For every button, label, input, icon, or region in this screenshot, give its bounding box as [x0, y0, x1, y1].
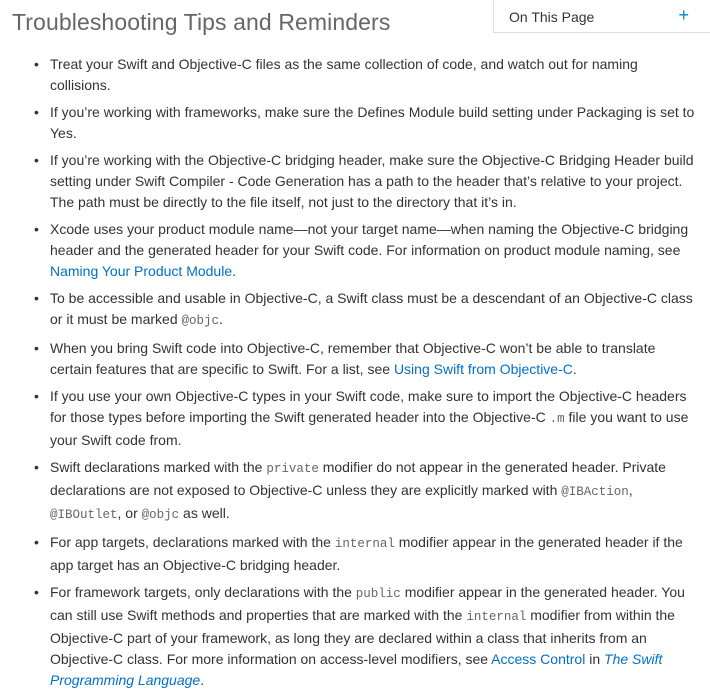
- tip-item: Xcode uses your product module name—not …: [0, 219, 700, 282]
- tips-list: Treat your Swift and Objective-C files a…: [0, 54, 700, 697]
- tip-text: .: [200, 672, 205, 688]
- tip-text: If you’re working with the Objective-C b…: [50, 152, 694, 210]
- on-this-page-panel[interactable]: On This Page +: [493, 0, 710, 33]
- tip-item: If you use your own Objective-C types in…: [0, 386, 700, 451]
- naming-your-product-module-link[interactable]: Naming Your Product Module: [50, 263, 232, 279]
- code-m-extension: .m: [549, 412, 565, 426]
- page-title: Troubleshooting Tips and Reminders: [12, 9, 391, 35]
- tip-text: ,: [628, 482, 633, 498]
- tip-item: If you’re working with frameworks, make …: [0, 102, 700, 144]
- tip-text: For framework targets, only declarations…: [50, 584, 356, 600]
- tip-item: Treat your Swift and Objective-C files a…: [0, 54, 700, 96]
- code-internal: internal: [334, 537, 395, 551]
- on-this-page-label: On This Page: [509, 9, 595, 25]
- code-objc: @objc: [181, 314, 220, 328]
- tip-text: , or: [117, 505, 142, 521]
- tip-text: If you’re working with frameworks, make …: [50, 104, 695, 141]
- tip-text: To be accessible and usable in Objective…: [50, 290, 693, 327]
- code-iboutlet: @IBOutlet: [50, 508, 118, 522]
- tip-item: Swift declarations marked with the priva…: [0, 457, 700, 526]
- tip-text: as well.: [179, 505, 230, 521]
- code-ibaction: @IBAction: [561, 485, 629, 499]
- tip-text: .: [219, 311, 223, 327]
- tip-text: in: [585, 651, 605, 667]
- using-swift-from-objective-c-link[interactable]: Using Swift from Objective-C: [394, 361, 573, 377]
- code-objc: @objc: [141, 508, 180, 522]
- tip-item: For app targets, declarations marked wit…: [0, 532, 700, 576]
- expand-plus-icon[interactable]: +: [678, 5, 689, 26]
- tip-item: For framework targets, only declarations…: [0, 582, 700, 691]
- tip-text: For app targets, declarations marked wit…: [50, 534, 335, 550]
- tip-text: .: [232, 263, 236, 279]
- code-internal: internal: [466, 610, 527, 624]
- tip-text: .: [572, 361, 577, 377]
- code-private: private: [266, 462, 319, 476]
- tip-text: Treat your Swift and Objective-C files a…: [50, 56, 638, 93]
- tip-text: Xcode uses your product module name—not …: [50, 221, 689, 258]
- tip-item: If you’re working with the Objective-C b…: [0, 150, 700, 213]
- tip-text: Swift declarations marked with the: [50, 459, 267, 475]
- access-control-link[interactable]: Access Control: [491, 651, 585, 667]
- tip-item: When you bring Swift code into Objective…: [0, 338, 700, 380]
- code-public: public: [355, 587, 401, 601]
- tip-item: To be accessible and usable in Objective…: [0, 288, 700, 332]
